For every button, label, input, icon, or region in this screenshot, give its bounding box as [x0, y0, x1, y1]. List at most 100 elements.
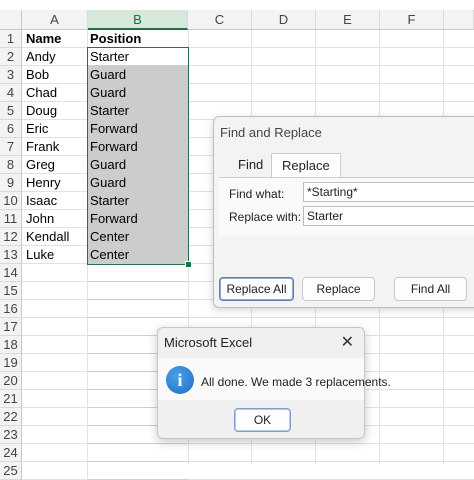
cell-position[interactable]: Starter — [88, 102, 188, 120]
cell-name[interactable] — [22, 390, 88, 408]
dialog-title: Find and Replace — [220, 125, 322, 140]
cell-position[interactable]: Forward — [88, 120, 188, 138]
cell-position[interactable] — [88, 462, 188, 480]
cell-name[interactable]: Kendall — [22, 228, 88, 246]
cell-name[interactable]: Isaac — [22, 192, 88, 210]
row-header[interactable]: 9 — [0, 174, 22, 192]
cell-position[interactable]: Guard — [88, 174, 188, 192]
row-header[interactable]: 5 — [0, 102, 22, 120]
column-header-e[interactable]: E — [316, 10, 380, 30]
cell-name[interactable] — [22, 318, 88, 336]
column-header-g[interactable] — [444, 10, 474, 30]
replace-with-label: Replace with: — [229, 210, 302, 224]
row-header[interactable]: 4 — [0, 84, 22, 102]
cell-name[interactable]: Andy — [22, 48, 88, 66]
row-header[interactable]: 22 — [0, 408, 22, 426]
cell-name[interactable] — [22, 426, 88, 444]
row-header[interactable]: 19 — [0, 354, 22, 372]
cell-position[interactable]: Starter — [88, 192, 188, 210]
row-header[interactable]: 18 — [0, 336, 22, 354]
find-all-button[interactable]: Find All — [394, 277, 467, 301]
row-header[interactable]: 2 — [0, 48, 22, 66]
replace-with-input[interactable]: Starter — [303, 206, 474, 226]
row-header[interactable]: 23 — [0, 426, 22, 444]
cell-name[interactable] — [22, 462, 88, 480]
cell-name[interactable] — [22, 300, 88, 318]
cell-position[interactable]: Center — [88, 246, 188, 264]
cell-position[interactable]: Center — [88, 228, 188, 246]
ok-button[interactable]: OK — [234, 408, 291, 432]
message-text: All done. We made 3 replacements. — [201, 375, 391, 389]
row-header[interactable]: 14 — [0, 264, 22, 282]
cell-name[interactable]: Luke — [22, 246, 88, 264]
column-header-d[interactable]: D — [252, 10, 316, 30]
row-header[interactable]: 6 — [0, 120, 22, 138]
select-all-corner[interactable] — [0, 10, 22, 30]
tab-find[interactable]: Find — [238, 153, 263, 177]
cell-position[interactable]: Guard — [88, 156, 188, 174]
cell-position[interactable] — [88, 282, 188, 300]
row-header[interactable]: 11 — [0, 210, 22, 228]
cell-position[interactable]: Guard — [88, 84, 188, 102]
replace-all-button[interactable]: Replace All — [219, 277, 294, 301]
cell-name[interactable]: Chad — [22, 84, 88, 102]
row-header[interactable]: 3 — [0, 66, 22, 84]
row-header[interactable]: 1 — [0, 30, 22, 48]
cell-name[interactable] — [22, 336, 88, 354]
row-gridline — [188, 101, 474, 102]
cell-position[interactable]: Forward — [88, 210, 188, 228]
fill-handle[interactable] — [185, 261, 192, 268]
row-header[interactable]: 25 — [0, 462, 22, 480]
row-header[interactable]: 10 — [0, 192, 22, 210]
tab-replace[interactable]: Replace — [271, 153, 341, 178]
close-icon[interactable]: ✕ — [341, 332, 354, 352]
cell-position[interactable]: Forward — [88, 138, 188, 156]
cell-name[interactable] — [22, 372, 88, 390]
cell-name[interactable]: Doug — [22, 102, 88, 120]
column-header-c[interactable]: C — [188, 10, 252, 30]
find-what-input[interactable]: *Starting* — [303, 182, 474, 202]
message-box-title: Microsoft Excel — [164, 335, 253, 350]
column-header-f[interactable]: F — [380, 10, 444, 30]
cell-name[interactable]: Bob — [22, 66, 88, 84]
cell-name[interactable] — [22, 282, 88, 300]
row-header[interactable]: 21 — [0, 390, 22, 408]
cell-name[interactable] — [22, 408, 88, 426]
row-header[interactable]: 12 — [0, 228, 22, 246]
tab-replace-label: Replace — [282, 158, 330, 173]
column-header-a[interactable]: A — [22, 10, 88, 30]
row-header[interactable]: 17 — [0, 318, 22, 336]
message-box: Microsoft Excel ✕ i All done. We made 3 … — [157, 327, 391, 439]
row-header[interactable]: 15 — [0, 282, 22, 300]
row-gridline — [188, 317, 474, 318]
header-cell-name[interactable]: Name — [22, 30, 88, 48]
row-header[interactable]: 20 — [0, 372, 22, 390]
column-header-b[interactable]: B — [88, 10, 188, 30]
row-header[interactable]: 24 — [0, 444, 22, 462]
cell-name[interactable] — [22, 264, 88, 282]
cell-position[interactable]: Guard — [88, 66, 188, 84]
row-header[interactable]: 13 — [0, 246, 22, 264]
row-header[interactable]: 7 — [0, 138, 22, 156]
replace-button[interactable]: Replace — [302, 277, 375, 301]
header-cell-position[interactable]: Position — [88, 30, 188, 48]
cell-name[interactable]: Eric — [22, 120, 88, 138]
cell-name[interactable]: Frank — [22, 138, 88, 156]
row-gridline — [188, 83, 474, 84]
replace-tab-panel: Find what: *Starting* Replace with: Star… — [219, 177, 474, 236]
cell-name[interactable]: Greg — [22, 156, 88, 174]
cell-position[interactable] — [88, 300, 188, 318]
cell-position[interactable] — [88, 444, 188, 462]
cell-name[interactable]: John — [22, 210, 88, 228]
row-gridline — [188, 65, 474, 66]
row-header[interactable]: 16 — [0, 300, 22, 318]
cell-name[interactable]: Henry — [22, 174, 88, 192]
cell-position[interactable] — [88, 264, 188, 282]
cell-position[interactable]: Starter — [88, 48, 188, 66]
cell-name[interactable] — [22, 444, 88, 462]
cell-name[interactable] — [22, 354, 88, 372]
row-gridline — [188, 47, 474, 48]
row-gridline — [188, 461, 474, 462]
row-header[interactable]: 8 — [0, 156, 22, 174]
tab-find-label: Find — [238, 157, 264, 172]
